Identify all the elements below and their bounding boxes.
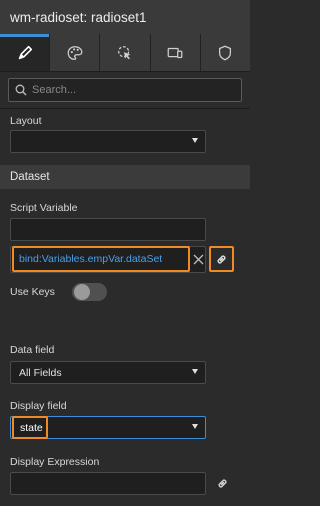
- cursor-click-icon: [118, 45, 131, 59]
- pencil-icon: [18, 45, 32, 59]
- value-binding-text[interactable]: bind:Variables.empVar.dataSet: [19, 253, 162, 265]
- search-icon: [15, 84, 27, 96]
- script-variable-label: Script Variable: [10, 202, 78, 214]
- search-input[interactable]: [32, 84, 212, 96]
- display-field-highlight: state: [12, 416, 48, 439]
- data-field-select-value: All Fields: [19, 366, 62, 379]
- tab-styles[interactable]: [49, 34, 99, 71]
- layout-label: Layout: [10, 115, 42, 127]
- caret-down-icon: [192, 369, 198, 374]
- panel-header: wm-radioset: radioset1: [0, 0, 250, 34]
- data-field-select[interactable]: All Fields: [10, 361, 206, 384]
- use-keys-label: Use Keys: [10, 286, 55, 298]
- script-variable-input[interactable]: [10, 218, 206, 241]
- search-box[interactable]: [8, 78, 242, 102]
- dataset-section-header[interactable]: Dataset: [0, 165, 250, 189]
- display-field-label: Display field: [10, 400, 67, 412]
- panel-title: wm-radioset: radioset1: [10, 9, 147, 25]
- devices-icon: [167, 47, 183, 58]
- clear-icon[interactable]: [193, 254, 204, 265]
- caret-down-icon: [192, 424, 198, 429]
- value-binding-highlight: bind:Variables.empVar.dataSet: [12, 246, 190, 272]
- palette-icon: [67, 45, 83, 60]
- link-icon: [217, 254, 226, 264]
- toggle-knob: [74, 284, 90, 300]
- shield-icon: [219, 45, 232, 60]
- caret-down-icon: [192, 138, 198, 143]
- display-expression-label: Display Expression: [10, 456, 100, 468]
- tab-properties[interactable]: [0, 34, 50, 71]
- bind-button[interactable]: [209, 246, 234, 272]
- tab-security[interactable]: [199, 34, 250, 71]
- property-tabs: [0, 34, 250, 72]
- dataset-section-title: Dataset: [10, 171, 50, 183]
- layout-select[interactable]: [10, 130, 206, 153]
- display-field-select-value: state: [20, 421, 43, 434]
- divider: [0, 108, 250, 109]
- display-expression-input[interactable]: [10, 472, 206, 495]
- data-field-label: Data field: [10, 344, 55, 356]
- link-icon[interactable]: [216, 477, 229, 490]
- use-keys-toggle[interactable]: [72, 283, 107, 301]
- search-bar: [0, 72, 250, 108]
- tab-devices[interactable]: [149, 34, 200, 71]
- tab-events[interactable]: [99, 34, 149, 71]
